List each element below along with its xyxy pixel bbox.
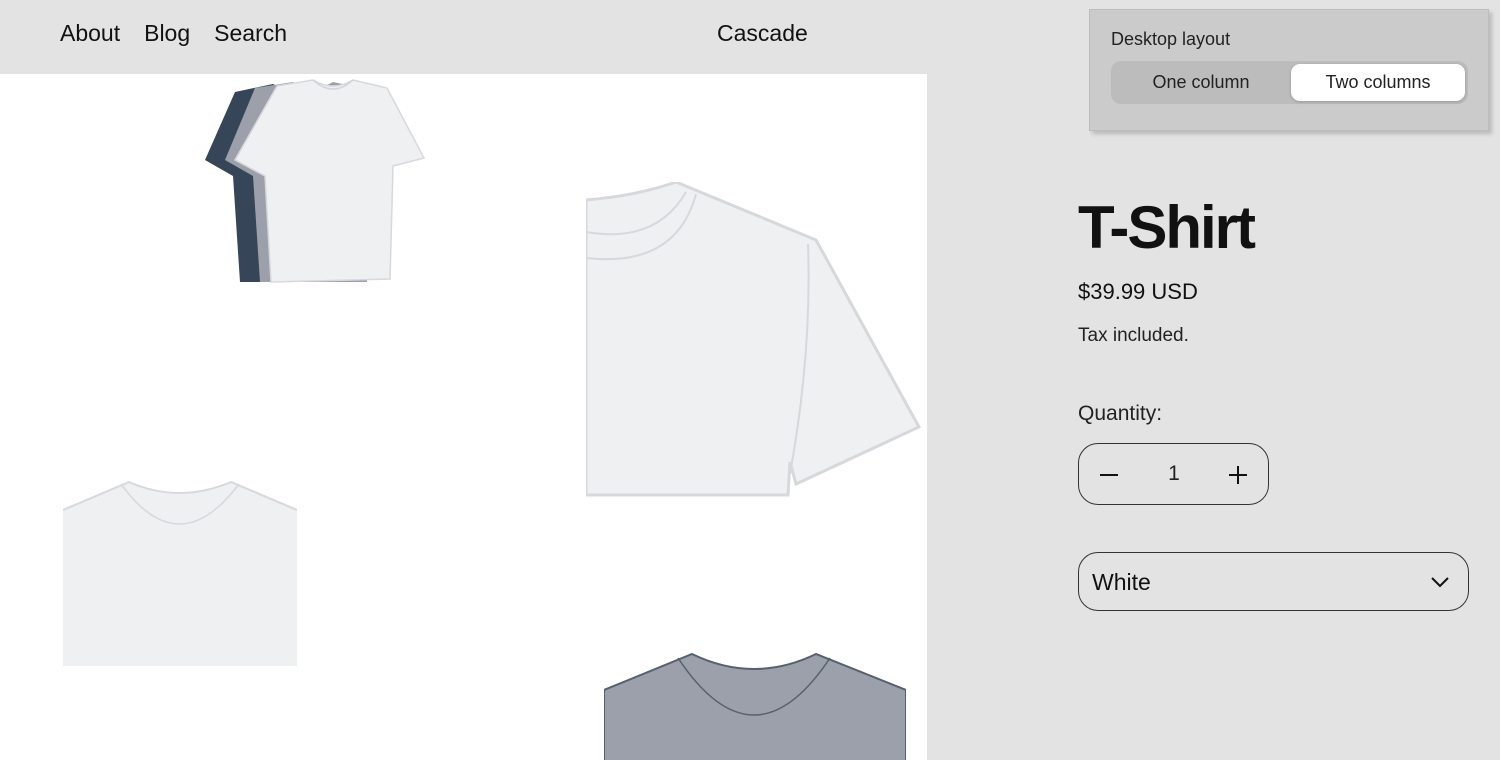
main-nav: About Blog Search xyxy=(60,20,287,47)
one-column-option[interactable]: One column xyxy=(1114,64,1288,101)
brand-name[interactable]: Cascade xyxy=(717,20,808,47)
chevron-down-icon xyxy=(1431,577,1449,588)
product-price: $39.99 USD xyxy=(1078,279,1198,304)
gallery-image-sleeve-closeup[interactable] xyxy=(586,182,926,497)
gallery-image-white-front[interactable] xyxy=(63,480,297,666)
minus-icon xyxy=(1100,474,1118,476)
plus-icon xyxy=(1229,466,1247,484)
nav-search-link[interactable]: Search xyxy=(214,20,287,47)
two-columns-option[interactable]: Two columns xyxy=(1291,64,1465,101)
variant-selected-value: White xyxy=(1092,569,1151,595)
product-gallery xyxy=(0,74,927,760)
variant-select[interactable]: White xyxy=(1078,552,1469,611)
quantity-label: Quantity: xyxy=(1078,402,1163,425)
product-title: T-Shirt xyxy=(1078,194,1256,261)
increase-quantity-button[interactable] xyxy=(1221,458,1255,492)
quantity-value[interactable]: 1 xyxy=(1149,462,1199,486)
desktop-layout-panel: Desktop layout One column Two columns xyxy=(1089,9,1489,131)
nav-about-link[interactable]: About xyxy=(60,20,120,47)
decrease-quantity-button[interactable] xyxy=(1092,458,1126,492)
gallery-image-grey-front[interactable] xyxy=(604,652,906,760)
gallery-image-stacked-shirts[interactable] xyxy=(195,78,435,288)
tax-note: Tax included. xyxy=(1078,325,1189,346)
layout-panel-title: Desktop layout xyxy=(1111,29,1231,49)
quantity-stepper: 1 xyxy=(1078,443,1269,505)
nav-blog-link[interactable]: Blog xyxy=(144,20,190,47)
layout-segmented-control: One column Two columns xyxy=(1111,61,1468,104)
